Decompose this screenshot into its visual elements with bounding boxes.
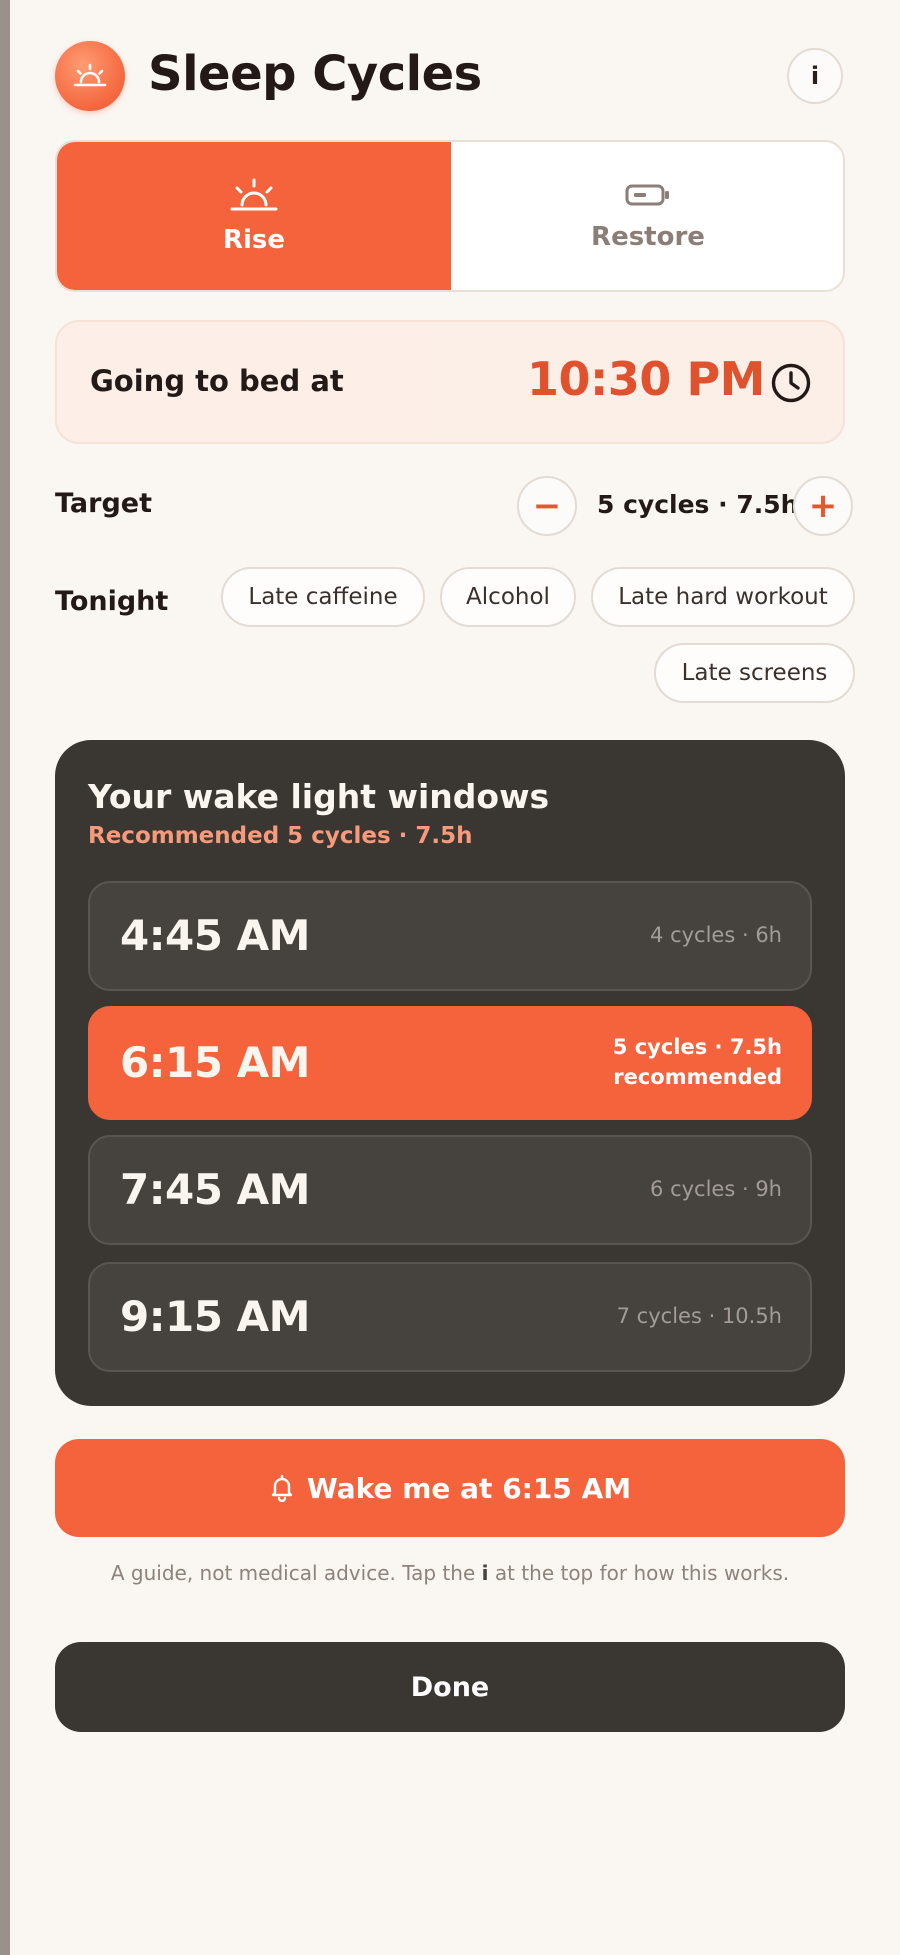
target-label: Target (55, 488, 153, 519)
chip-late-caffeine[interactable]: Late caffeine (221, 567, 425, 627)
disclaimer-text-end: at the top for how this works. (488, 1561, 790, 1585)
bedtime-label: Going to bed at (90, 364, 344, 398)
sunrise-icon (73, 63, 107, 87)
bell-icon (271, 1474, 293, 1502)
disclaimer: A guide, not medical advice. Tap the i a… (55, 1561, 845, 1585)
wake-me-button[interactable]: Wake me at 6:15 AM (55, 1439, 845, 1537)
wake-window-meta: 7 cycles · 10.5h (616, 1304, 782, 1328)
tab-restore-label: Restore (591, 222, 705, 252)
tonight-label: Tonight (55, 586, 169, 617)
app-logo (55, 41, 125, 111)
wake-me-label: Wake me at 6:15 AM (306, 1471, 632, 1505)
mode-segmented-control: Rise Restore (55, 140, 845, 292)
info-button[interactable]: i (787, 48, 843, 104)
wake-window-row-recommended[interactable]: 6:15 AM 5 cycles · 7.5h recommended (88, 1006, 812, 1120)
done-button[interactable]: Done (55, 1642, 845, 1732)
windows-subtitle: Recommended 5 cycles · 7.5h (88, 823, 473, 849)
wake-window-time: 7:45 AM (120, 1165, 310, 1214)
wake-window-meta: 5 cycles · 7.5h recommended (613, 1032, 782, 1092)
clock-icon[interactable] (770, 362, 812, 404)
wake-windows-card: Your wake light windows Recommended 5 cy… (55, 740, 845, 1406)
wake-window-time: 6:15 AM (120, 1038, 310, 1087)
wake-window-meta: 4 cycles · 6h (650, 923, 782, 947)
chip-late-screens[interactable]: Late screens (654, 643, 855, 703)
battery-icon (625, 184, 669, 206)
windows-title: Your wake light windows (88, 777, 550, 816)
wake-window-time: 4:45 AM (120, 911, 310, 960)
wake-window-row[interactable]: 4:45 AM 4 cycles · 6h (88, 881, 812, 991)
tab-restore[interactable]: Restore (451, 142, 843, 290)
app-title: Sleep Cycles (148, 46, 482, 102)
wake-window-time: 9:15 AM (120, 1292, 310, 1341)
recommended-tag: recommended (613, 1065, 782, 1089)
tab-rise-label: Rise (222, 225, 286, 255)
chip-alcohol[interactable]: Alcohol (440, 567, 576, 627)
bedtime-card[interactable]: Going to bed at 10:30 PM (55, 320, 845, 444)
wake-window-cycles: 5 cycles · 7.5h (612, 1035, 782, 1059)
tab-rise[interactable]: Rise (57, 142, 451, 290)
target-value: 5 cycles · 7.5h (597, 490, 799, 519)
sunrise-icon (230, 178, 278, 211)
wake-window-row[interactable]: 7:45 AM 6 cycles · 9h (88, 1135, 812, 1245)
wake-window-meta: 6 cycles · 9h (650, 1177, 782, 1201)
decrease-cycles-button[interactable]: − (517, 476, 577, 536)
disclaimer-text: A guide, not medical advice. Tap the (110, 1561, 482, 1585)
chip-late-hard-workout[interactable]: Late hard workout (591, 567, 855, 627)
increase-cycles-button[interactable]: + (793, 476, 853, 536)
wake-window-row[interactable]: 9:15 AM 7 cycles · 10.5h (88, 1262, 812, 1372)
bedtime-value[interactable]: 10:30 PM (527, 352, 765, 406)
app-screen: Sleep Cycles i Rise Restore Going to bed… (10, 0, 900, 1955)
